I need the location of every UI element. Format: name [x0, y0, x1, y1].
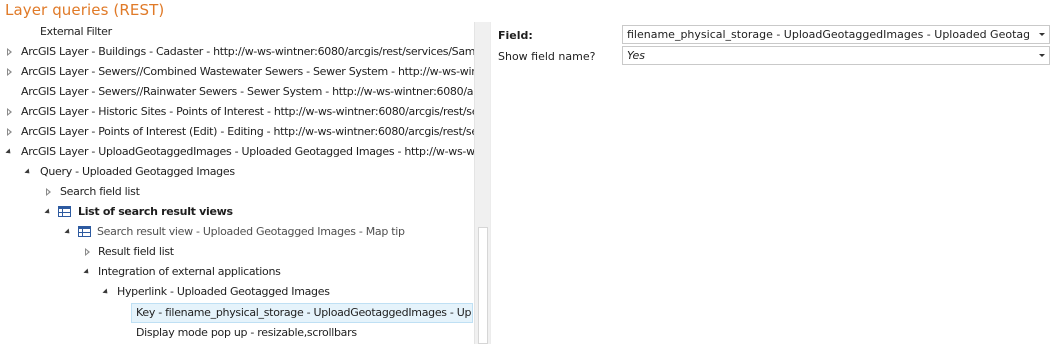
expand-arrow-icon[interactable] [82, 242, 92, 262]
field-select-value: filename_physical_storage - UploadGeotag… [627, 28, 1029, 41]
tree-item-external-applications[interactable]: Integration of external applications [0, 262, 474, 282]
tree-item-label: Search field list [60, 185, 140, 198]
tree-item-rainwater-sewers-layer[interactable]: ArcGIS Layer - Sewers//Rainwater Sewers … [0, 82, 474, 102]
expand-arrow-icon[interactable] [4, 102, 14, 122]
expand-arrow-icon[interactable] [43, 182, 53, 202]
tree-item-label: ArcGIS Layer - UploadGeotaggedImages - U… [21, 145, 474, 158]
tree-item-buildings-layer[interactable]: ArcGIS Layer - Buildings - Cadaster - ht… [0, 42, 474, 62]
tree-item-label: Hyperlink - Uploaded Geotagged Images [117, 285, 330, 298]
collapse-arrow-icon[interactable] [63, 222, 73, 242]
tree-item-label: External Filter [40, 25, 112, 38]
collapse-arrow-icon[interactable] [23, 162, 33, 182]
expand-arrow-icon[interactable] [4, 62, 14, 82]
tree-item-label: ArcGIS Layer - Buildings - Cadaster - ht… [21, 45, 474, 58]
collapse-arrow-icon[interactable] [101, 282, 111, 302]
tree-item-label: ArcGIS Layer - Sewers//Combined Wastewat… [21, 65, 474, 78]
tree-item-label: List of search result views [78, 205, 233, 218]
show-field-name-select[interactable]: Yes [622, 46, 1050, 65]
tree-item-label: Integration of external applications [98, 265, 281, 278]
collapse-arrow-icon[interactable] [43, 202, 53, 222]
tree-item-search-result-views[interactable]: List of search result views [0, 202, 474, 222]
table-icon [78, 226, 91, 237]
chevron-down-icon[interactable] [1035, 26, 1049, 43]
tree-item-historic-sites-layer[interactable]: ArcGIS Layer - Historic Sites - Points o… [0, 102, 474, 122]
tree-item-external-filter[interactable]: External Filter [0, 22, 474, 42]
tree-item-label: ArcGIS Layer - Sewers//Rainwater Sewers … [21, 85, 474, 98]
collapse-arrow-icon[interactable] [82, 262, 92, 282]
tree-item-search-result-view[interactable]: Search result view - Uploaded Geotagged … [0, 222, 474, 242]
scrollbar-thumb[interactable] [478, 227, 488, 344]
tree-item-label: Query - Uploaded Geotagged Images [40, 165, 235, 178]
collapse-arrow-icon[interactable] [4, 142, 14, 162]
field-select[interactable]: filename_physical_storage - UploadGeotag… [622, 25, 1050, 44]
tree-item-search-field-list[interactable]: Search field list [0, 182, 474, 202]
tree-item-display-mode[interactable]: Display mode pop up - resizable,scrollba… [0, 323, 474, 343]
show-field-name-label: Show field name? [498, 50, 596, 63]
tree-item-points-of-interest-layer[interactable]: ArcGIS Layer - Points of Interest (Edit)… [0, 122, 474, 142]
expand-arrow-icon[interactable] [4, 122, 14, 142]
pane-divider[interactable] [490, 22, 491, 344]
tree-item-result-field-list[interactable]: Result field list [0, 242, 474, 262]
show-field-name-value: Yes [627, 49, 646, 62]
expand-arrow-icon[interactable] [4, 42, 14, 62]
tree-view[interactable]: External Filter ArcGIS Layer - Buildings… [0, 22, 490, 344]
tree-item-hyperlink[interactable]: Hyperlink - Uploaded Geotagged Images [0, 282, 474, 302]
panel-title: Layer queries (REST) [5, 1, 165, 19]
tree-item-label: Key - filename_physical_storage - Upload… [136, 306, 472, 319]
tree-item-label: Result field list [98, 245, 174, 258]
chevron-down-icon[interactable] [1035, 47, 1049, 64]
tree-scrollbar[interactable] [474, 22, 491, 344]
field-label: Field: [498, 29, 533, 42]
tree-item-label: Search result view - Uploaded Geotagged … [97, 225, 405, 238]
tree-item-label: ArcGIS Layer - Points of Interest (Edit)… [21, 125, 474, 138]
tree-item-combined-sewers-layer[interactable]: ArcGIS Layer - Sewers//Combined Wastewat… [0, 62, 474, 82]
tree-item-key-selected[interactable]: Key - filename_physical_storage - Upload… [131, 303, 473, 323]
tree-item-label: Display mode pop up - resizable,scrollba… [136, 326, 357, 339]
tree-item-query[interactable]: Query - Uploaded Geotagged Images [0, 162, 474, 182]
table-icon [58, 206, 71, 217]
tree-item-geotagged-images-layer[interactable]: ArcGIS Layer - UploadGeotaggedImages - U… [0, 142, 474, 162]
tree-item-label: ArcGIS Layer - Historic Sites - Points o… [21, 105, 474, 118]
